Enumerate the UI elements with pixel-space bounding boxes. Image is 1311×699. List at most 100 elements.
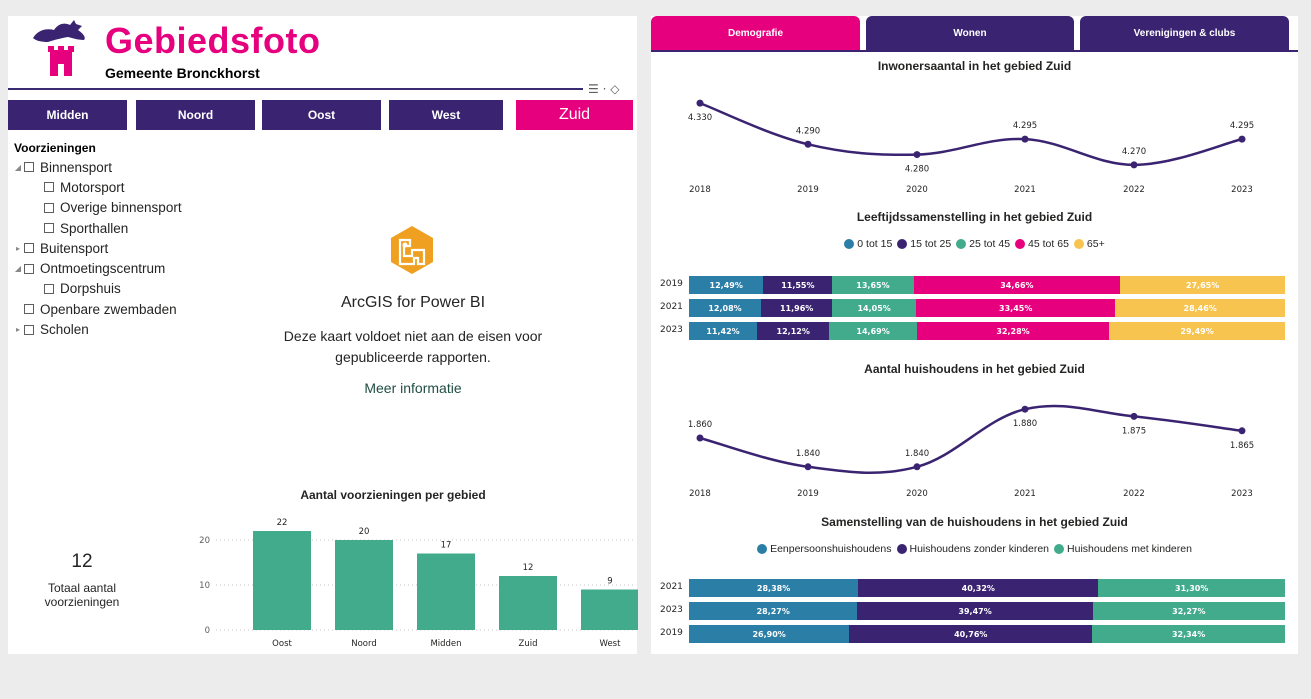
bar[interactable] [253,531,311,630]
bar[interactable] [499,576,557,630]
more-options-icon[interactable]: · [603,82,607,96]
bar-segment[interactable]: 31,30% [1098,579,1285,597]
area-button-noord[interactable]: Noord [136,100,255,130]
data-point[interactable] [1021,135,1029,143]
expand-icon[interactable]: ▸ [12,244,24,253]
expand-icon[interactable]: ▸ [12,325,24,334]
bar-segment[interactable]: 40,32% [858,579,1099,597]
area-button-oost[interactable]: Oost [262,100,381,130]
data-point[interactable] [696,99,704,107]
samenstelling-chart-title: Samenstelling van de huishoudens in het … [821,515,1128,529]
checkbox[interactable] [44,202,54,213]
legend-marker [1015,239,1026,249]
slicer-item-label: Binnensport [40,159,113,175]
legend-item[interactable]: Huishoudens zonder kinderen [896,543,1049,555]
data-point[interactable] [913,151,921,159]
collapse-icon[interactable]: ◢ [12,163,24,172]
slicer-item[interactable]: ◢ Ontmoetingscentrum [12,258,182,278]
data-point[interactable] [1238,427,1246,435]
bar-segment[interactable]: 33,45% [916,299,1116,317]
area-button-midden[interactable]: Midden [8,100,127,130]
bar-segment[interactable]: 32,27% [1092,602,1285,620]
slicer-item[interactable]: ▸ Scholen [12,319,182,339]
legend-label: Eenpersoonshuishoudens [770,543,892,555]
samenstelling-stacked-bar-chart: 2021 28,38% 40,32% 31,30% 2023 28,27% 39,47% 32… [651,579,1298,649]
legend-item[interactable]: 65+ [1073,238,1105,250]
data-point[interactable] [1238,135,1246,143]
slicer-item[interactable]: ▸ Buitensport [12,238,182,258]
slicer-item[interactable]: Sporthallen [12,218,182,238]
legend-label: 25 tot 45 [969,238,1011,250]
page-subtitle: Gemeente Bronckhorst [105,65,260,81]
area-button-west[interactable]: West [389,100,503,130]
page-title: Gebiedsfoto [105,20,321,61]
bar-segment[interactable]: 32,34% [1092,625,1285,643]
slicer-item[interactable]: Openbare zwembaden [12,299,182,319]
collapse-icon[interactable]: ◢ [12,264,24,273]
legend-marker [844,239,855,249]
bar-segment[interactable]: 12,08% [689,299,761,317]
inwoners-line-chart: 4.330 2018 4.290 2019 4.280 2020 4.295 2021 4.27… [688,99,1254,195]
data-point[interactable] [804,463,812,471]
arcgis-logo-icon [391,226,433,274]
tab-wonen[interactable]: Wonen [866,16,1074,50]
data-point[interactable] [1021,405,1029,413]
slicer-item[interactable]: ◢ Binnensport [12,157,182,177]
bar-segment[interactable]: 11,55% [763,276,833,294]
slicer-item[interactable]: Dorpshuis [12,279,182,299]
checkbox[interactable] [24,263,34,274]
checkbox[interactable] [44,283,54,294]
area-button-zuid[interactable]: Zuid [516,100,633,130]
data-point[interactable] [913,463,921,471]
legend-item[interactable]: 45 tot 65 [1015,238,1069,250]
bar-segment[interactable]: 32,28% [916,322,1110,340]
bar-segment[interactable]: 40,76% [849,625,1093,643]
bar-segment[interactable]: 12,49% [689,276,764,294]
slicer-item[interactable]: Motorsport [12,177,182,197]
bar-segment[interactable]: 28,38% [689,579,859,597]
slicer-item[interactable]: Overige binnensport [12,198,182,218]
data-label: 1.865 [1230,441,1254,451]
bar-segment[interactable]: 28,27% [689,602,858,620]
data-point[interactable] [696,434,704,442]
data-point[interactable] [804,140,812,148]
data-point[interactable] [1130,161,1138,169]
tab-demografie[interactable]: Demografie [651,16,860,50]
bar[interactable] [581,589,638,631]
checkbox[interactable] [24,162,34,173]
legend-item[interactable]: 25 tot 45 [956,238,1010,250]
legend-label: Huishoudens met kinderen [1067,543,1192,555]
bar[interactable] [335,540,393,630]
bar[interactable] [417,553,475,631]
more-info-link[interactable]: Meer informatie [228,380,598,396]
bar-segment[interactable]: 13,65% [832,276,914,294]
bar-segment[interactable]: 11,42% [689,322,758,340]
legend-item[interactable]: Eenpersoonshuishoudens [757,543,892,555]
legend-item[interactable]: Huishoudens met kinderen [1054,543,1192,555]
checkbox[interactable] [44,223,54,234]
kpi-label-line: Totaal aantal [47,581,117,595]
bar-segment[interactable]: 11,96% [760,299,833,317]
bar-segment[interactable]: 29,49% [1109,322,1285,340]
x-tick-label: 2021 [1014,185,1036,195]
bar-segment[interactable]: 39,47% [857,602,1093,620]
tab-verenigingen-clubs[interactable]: Verenigingen & clubs [1080,16,1289,50]
legend-item[interactable]: 15 tot 25 [897,238,951,250]
bar-segment[interactable]: 34,66% [913,276,1121,294]
eraser-icon[interactable]: ◇ [610,82,619,96]
checkbox[interactable] [24,304,34,315]
bar-segment[interactable]: 14,05% [832,299,916,317]
bar-segment[interactable]: 14,69% [829,322,917,340]
bar-segment[interactable]: 28,46% [1115,299,1285,317]
checkbox[interactable] [24,324,34,335]
checkbox[interactable] [24,243,34,254]
y-tick-label: 2023 [660,605,683,615]
legend-label: 15 tot 25 [910,238,952,250]
legend-item[interactable]: 0 tot 15 [844,238,892,250]
checkbox[interactable] [44,182,54,193]
bar-segment[interactable]: 12,12% [757,322,830,340]
bar-segment[interactable]: 26,90% [689,625,850,643]
bar-segment[interactable]: 27,65% [1120,276,1285,294]
filter-icon[interactable]: ☰ [588,82,599,96]
data-point[interactable] [1130,412,1138,420]
